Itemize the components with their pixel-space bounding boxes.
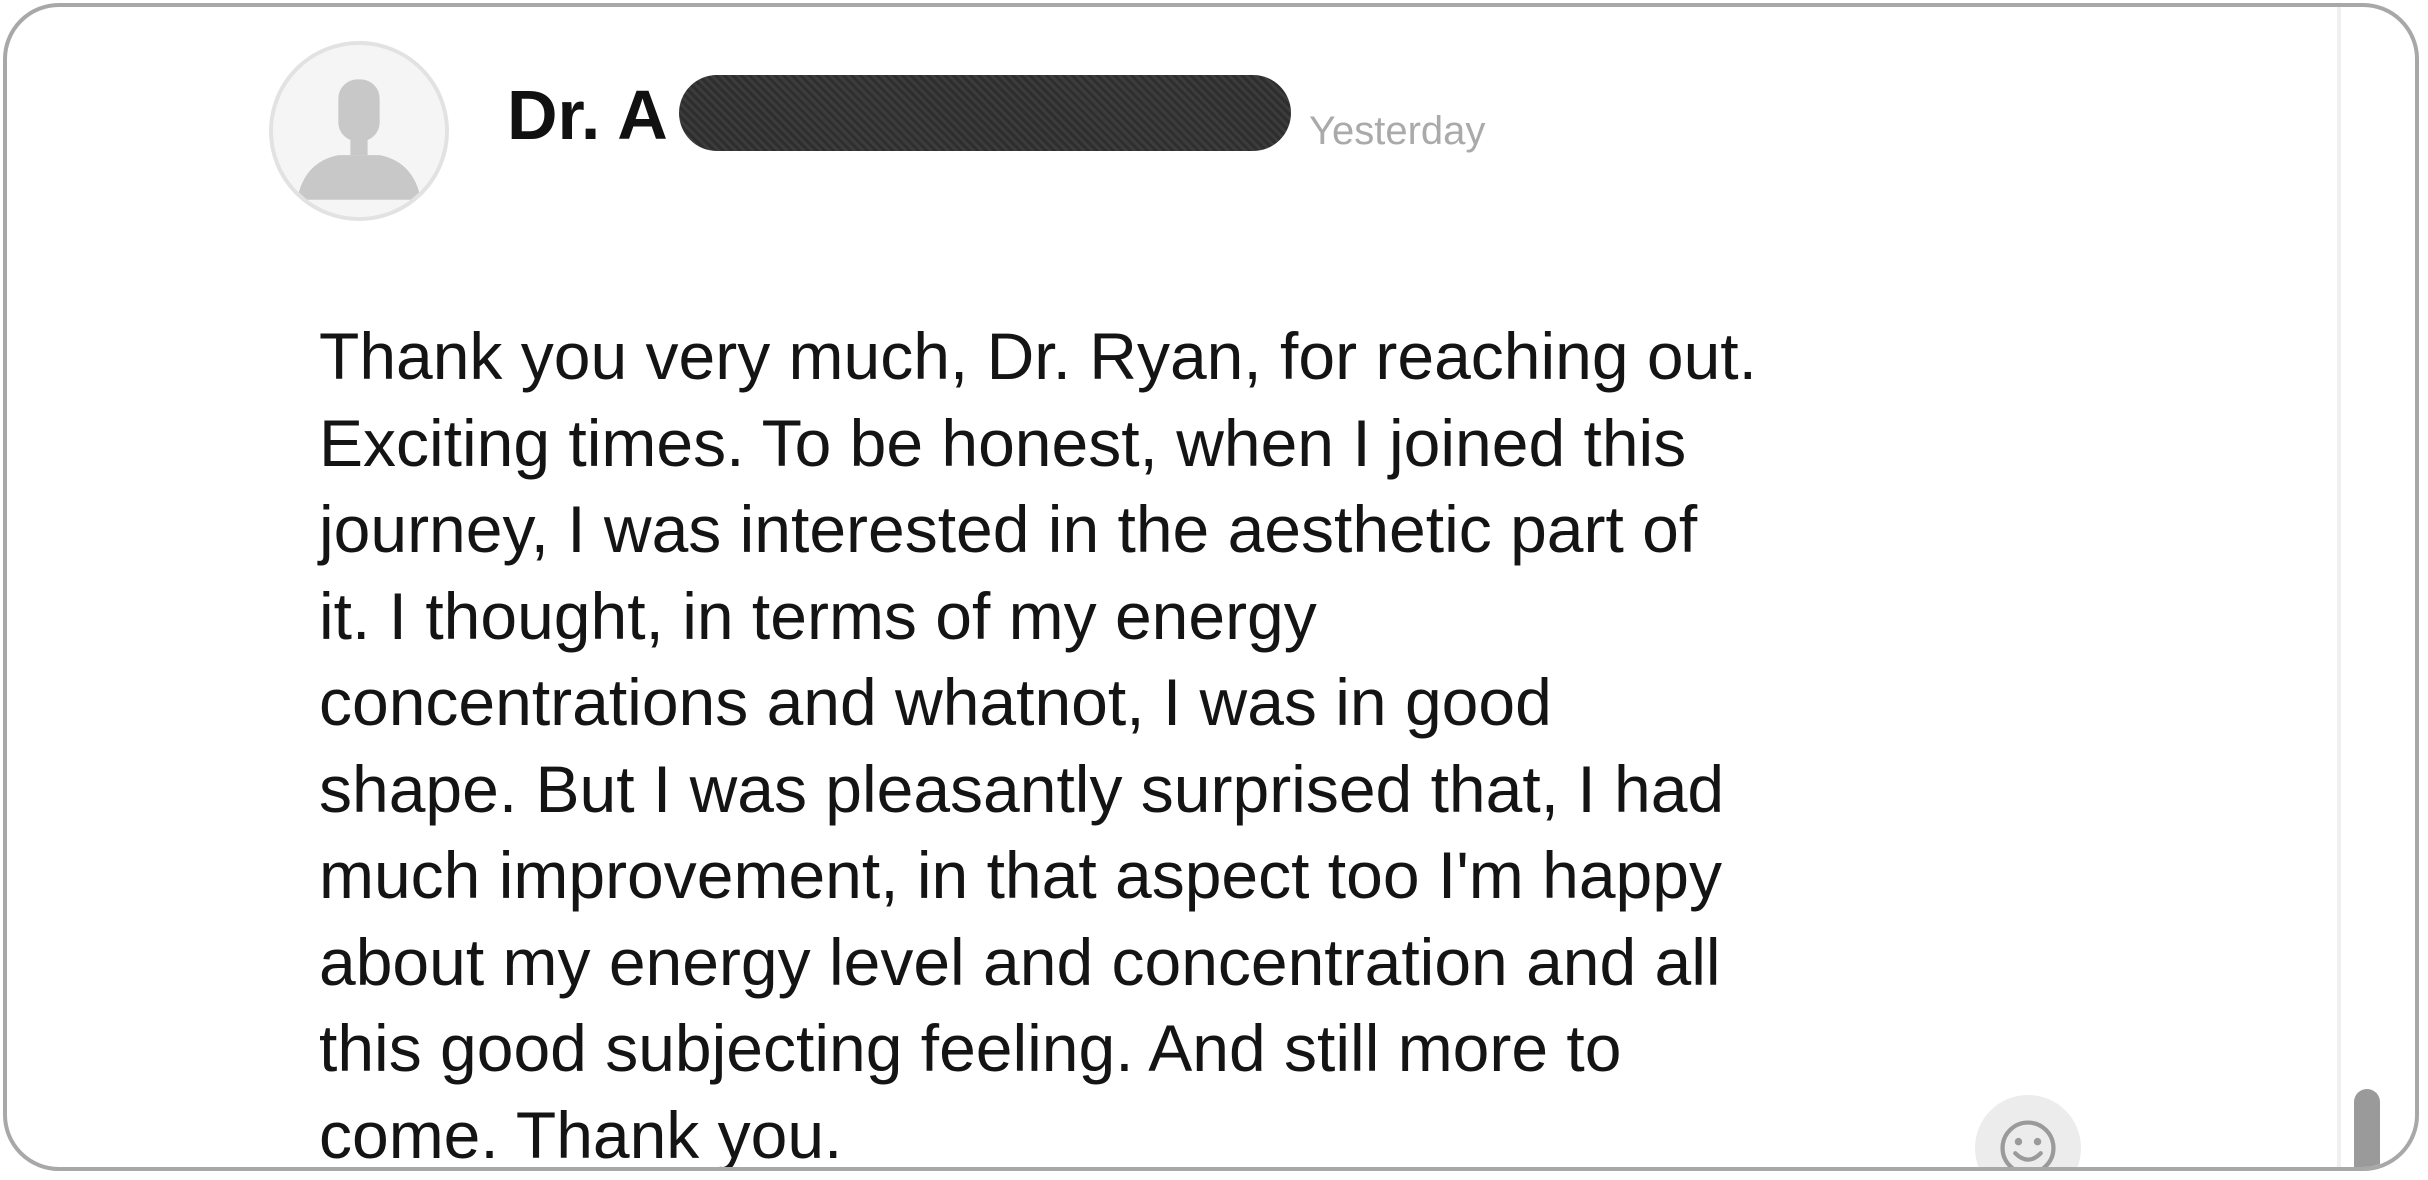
emoji-reaction-button[interactable] bbox=[1975, 1095, 2081, 1167]
message-line: come. Thank you. bbox=[319, 1097, 843, 1171]
message-line: Thank you very much, Dr. Ryan, for reach… bbox=[319, 319, 1757, 393]
avatar[interactable] bbox=[269, 41, 449, 221]
message-line: journey, I was interested in the aesthet… bbox=[319, 492, 1698, 566]
message-line: shape. But I was pleasantly surprised th… bbox=[319, 751, 1725, 826]
message-card: Dr. A Yesterday Thank you very much, Dr.… bbox=[3, 3, 2419, 1171]
smiley-icon bbox=[2000, 1120, 2056, 1167]
scrollbar-track bbox=[2337, 7, 2341, 1167]
scrollbar-thumb[interactable] bbox=[2354, 1089, 2380, 1167]
author-name[interactable]: Dr. A bbox=[507, 73, 668, 157]
message-line: much improvement, in that aspect too I'm… bbox=[319, 838, 1722, 912]
message-line: about my energy level and concentration … bbox=[319, 924, 1721, 999]
message-line: concentrations and whatnot, I was in goo… bbox=[319, 665, 1552, 739]
message-timestamp: Yesterday bbox=[1309, 109, 1486, 153]
message-line: it. I thought, in terms of my energy bbox=[319, 578, 1317, 653]
message-line: this good subjecting feeling. And still … bbox=[319, 1011, 1622, 1085]
message-body: Thank you very much, Dr. Ryan, for reach… bbox=[319, 313, 1879, 1171]
message-line: Exciting times. To be honest, when I joi… bbox=[319, 405, 1687, 480]
default-user-avatar-icon bbox=[273, 45, 445, 217]
redacted-name-block bbox=[679, 75, 1291, 151]
